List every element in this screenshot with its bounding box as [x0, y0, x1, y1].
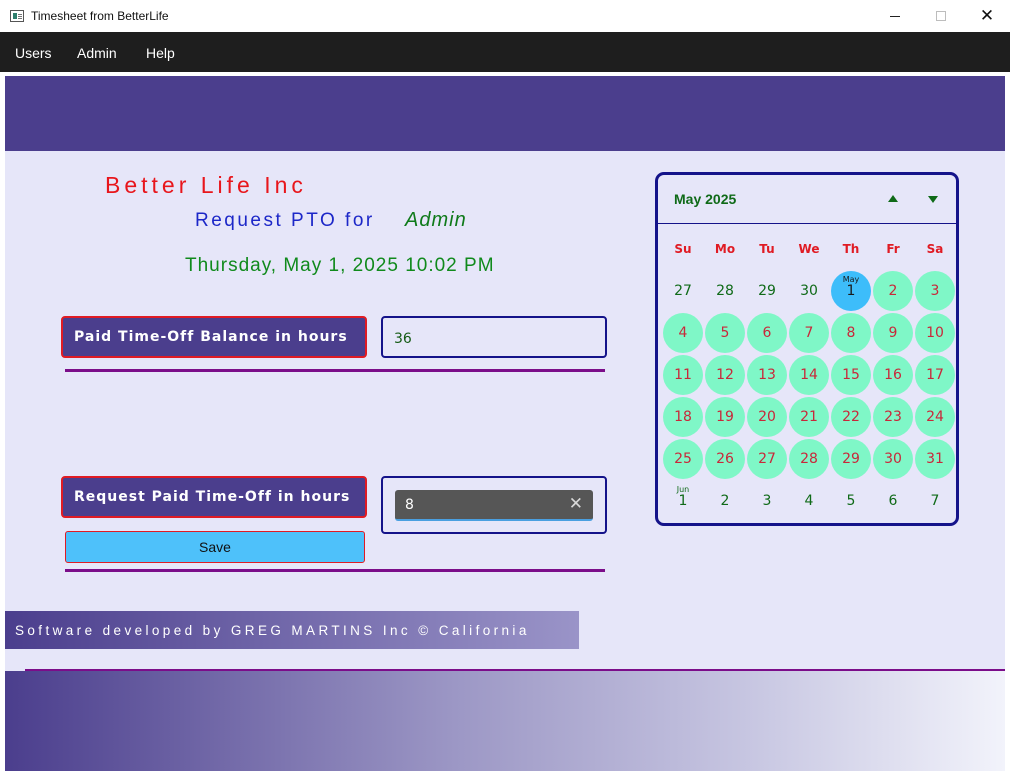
- calendar-day[interactable]: 25: [663, 439, 703, 479]
- calendar-day[interactable]: 27: [663, 271, 703, 311]
- request-hours-input[interactable]: 8 ✕: [395, 490, 593, 521]
- calendar-day[interactable]: 18: [663, 397, 703, 437]
- maximize-button[interactable]: [918, 0, 964, 32]
- calendar-day[interactable]: 16: [873, 355, 913, 395]
- calendar-day[interactable]: 27: [747, 439, 787, 479]
- calendar-day[interactable]: 26: [705, 439, 745, 479]
- calendar-day[interactable]: 31: [915, 439, 955, 479]
- calendar-day[interactable]: 29: [831, 439, 871, 479]
- calendar-day[interactable]: 5: [705, 313, 745, 353]
- calendar-day[interactable]: 2: [873, 271, 913, 311]
- weekday-label: Th: [842, 242, 860, 256]
- divider: [65, 369, 605, 372]
- day-number: 1: [678, 493, 688, 509]
- calendar-day[interactable]: 24: [915, 397, 955, 437]
- menu-users[interactable]: Users: [15, 45, 52, 61]
- calendar: May 2025 Su Mo Tu We Th Fr Sa 27 28 29 30 May 1 2 3 4 5…: [655, 172, 959, 526]
- calendar-day[interactable]: 30: [873, 439, 913, 479]
- menu-bar: Users Admin Help: [0, 32, 1010, 72]
- close-icon: ✕: [979, 6, 995, 26]
- calendar-day[interactable]: 28: [705, 271, 745, 311]
- calendar-day[interactable]: 3: [915, 271, 955, 311]
- request-hours-value: 8: [405, 497, 414, 513]
- calendar-day[interactable]: 12: [705, 355, 745, 395]
- calendar-month-label[interactable]: May 2025: [674, 191, 736, 207]
- calendar-day[interactable]: 6: [873, 481, 913, 521]
- pto-balance-value: 36: [394, 331, 412, 347]
- calendar-day[interactable]: 5: [831, 481, 871, 521]
- calendar-day[interactable]: 14: [789, 355, 829, 395]
- pto-balance-label: Paid Time-Off Balance in hours: [61, 316, 367, 358]
- calendar-day[interactable]: 7: [915, 481, 955, 521]
- calendar-day[interactable]: 13: [747, 355, 787, 395]
- calendar-day[interactable]: 19: [705, 397, 745, 437]
- weekday-label: Su: [674, 242, 692, 256]
- weekday-label: Sa: [926, 242, 944, 256]
- calendar-day[interactable]: 30: [789, 271, 829, 311]
- request-pto-hours-label: Request Paid Time-Off in hours: [61, 476, 367, 518]
- header-banner: [5, 76, 1005, 151]
- clear-icon[interactable]: ✕: [569, 494, 583, 514]
- title-bar: Timesheet from BetterLife ✕: [0, 0, 1010, 32]
- calendar-day[interactable]: 4: [789, 481, 829, 521]
- calendar-day[interactable]: 11: [663, 355, 703, 395]
- next-month-icon[interactable]: [928, 196, 938, 203]
- calendar-day[interactable]: 8: [831, 313, 871, 353]
- pto-balance-field: 36: [381, 316, 607, 358]
- calendar-day[interactable]: Jun 1: [663, 481, 703, 521]
- save-button[interactable]: Save: [65, 531, 365, 563]
- menu-admin[interactable]: Admin: [77, 45, 117, 61]
- footer-banner: [5, 671, 1005, 771]
- minimize-icon: [890, 15, 900, 17]
- menu-help[interactable]: Help: [146, 45, 175, 61]
- calendar-day[interactable]: 3: [747, 481, 787, 521]
- close-button[interactable]: ✕: [964, 0, 1010, 32]
- window-title: Timesheet from BetterLife: [31, 9, 169, 23]
- footer-text: Software developed by GREG MARTINS Inc ©…: [15, 623, 530, 638]
- calendar-day[interactable]: 28: [789, 439, 829, 479]
- calendar-day[interactable]: 29: [747, 271, 787, 311]
- divider: [65, 569, 605, 572]
- calendar-day[interactable]: 17: [915, 355, 955, 395]
- maximize-icon: [936, 11, 946, 21]
- calendar-day[interactable]: 6: [747, 313, 787, 353]
- calendar-divider: [658, 223, 956, 224]
- company-name: Better Life Inc: [105, 172, 307, 198]
- previous-month-icon[interactable]: [888, 195, 898, 202]
- weekday-label: Mo: [714, 242, 736, 256]
- footer-credit: Software developed by GREG MARTINS Inc ©…: [5, 611, 579, 649]
- calendar-day[interactable]: 22: [831, 397, 871, 437]
- day-number: 1: [846, 283, 856, 299]
- calendar-day[interactable]: 20: [747, 397, 787, 437]
- app-icon: [10, 10, 24, 22]
- calendar-day[interactable]: 21: [789, 397, 829, 437]
- calendar-day[interactable]: 4: [663, 313, 703, 353]
- weekday-label: Tu: [759, 242, 775, 256]
- calendar-day[interactable]: 23: [873, 397, 913, 437]
- weekday-label: We: [798, 242, 820, 256]
- request-hours-container: 8 ✕: [381, 476, 607, 534]
- calendar-day[interactable]: May 1: [831, 271, 871, 311]
- calendar-day[interactable]: 10: [915, 313, 955, 353]
- user-name: Admin: [405, 209, 467, 231]
- main-content: Better Life Inc Request PTO for Admin Th…: [5, 76, 1005, 771]
- calendar-day[interactable]: 9: [873, 313, 913, 353]
- calendar-day[interactable]: 7: [789, 313, 829, 353]
- calendar-day[interactable]: 15: [831, 355, 871, 395]
- current-datetime: Thursday, May 1, 2025 10:02 PM: [185, 255, 495, 276]
- minimize-button[interactable]: [872, 0, 918, 32]
- weekday-label: Fr: [886, 242, 900, 256]
- calendar-day[interactable]: 2: [705, 481, 745, 521]
- request-pto-label: Request PTO for: [195, 210, 375, 231]
